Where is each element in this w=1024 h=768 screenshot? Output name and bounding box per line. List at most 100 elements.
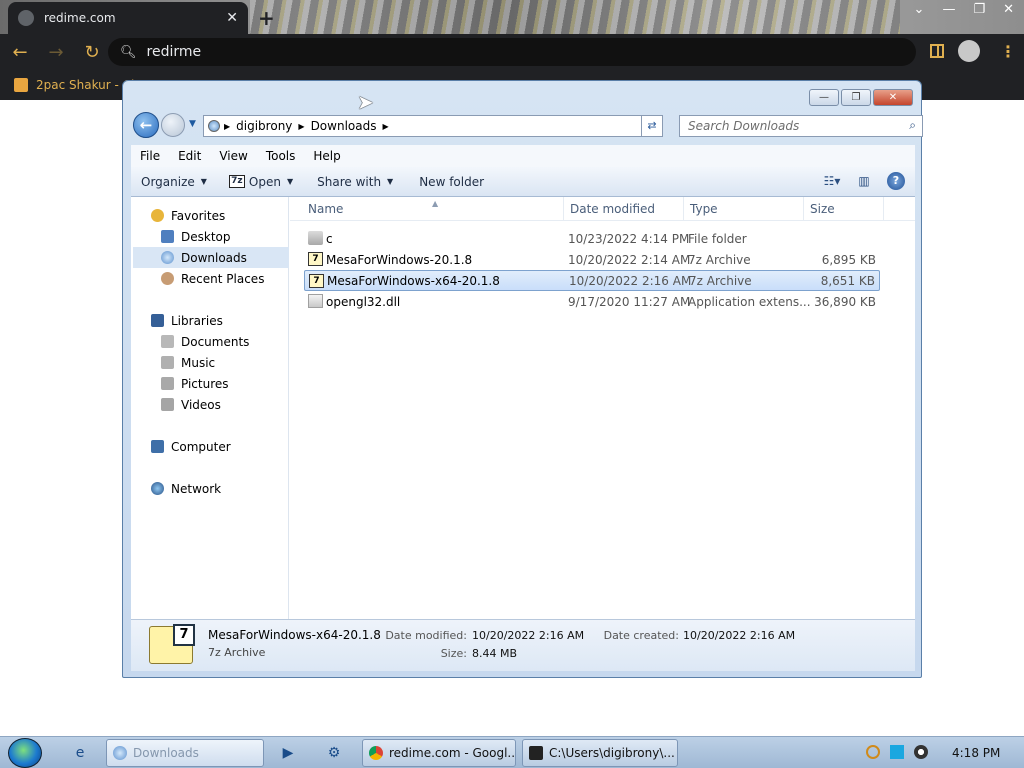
bookmark-item[interactable]: 2pac Shakur - Cl: [36, 78, 134, 92]
clock[interactable]: 4:18 PM: [952, 746, 1000, 760]
content-area: Favorites Desktop Downloads Recent Place…: [131, 197, 915, 619]
profile-avatar-icon[interactable]: [958, 40, 980, 62]
search-icon[interactable]: ⌕: [909, 118, 916, 133]
omnibox[interactable]: 🔍︎ redirme: [108, 38, 916, 66]
nav-favorites[interactable]: Favorites: [151, 205, 307, 226]
taskbar: e Downloads ▶ ⚙ redime.com - Googl... C:…: [0, 736, 1024, 768]
maximize-button[interactable]: ❐: [841, 89, 871, 106]
preview-pane-icon[interactable]: ▥: [855, 174, 873, 188]
address-bar[interactable]: ▶ digibrony ▶ Downloads ▶ ▼: [203, 115, 831, 137]
app-launcher-icon[interactable]: ⚙: [320, 741, 348, 765]
side-panel-icon[interactable]: [930, 44, 944, 58]
change-view-icon[interactable]: ☷▾: [823, 174, 841, 188]
menu-bar: File Edit View Tools Help: [131, 145, 915, 167]
chevron-down-icon: ▼: [200, 177, 207, 186]
media-player-icon[interactable]: ▶: [274, 741, 302, 765]
help-icon[interactable]: ?: [887, 172, 905, 190]
tab-close-icon[interactable]: ✕: [226, 10, 238, 26]
breadcrumb-chevron-icon[interactable]: ▶: [298, 122, 304, 131]
tray-display-icon[interactable]: [890, 745, 904, 759]
menu-file[interactable]: File: [140, 149, 160, 163]
close-button[interactable]: ✕: [873, 89, 913, 106]
file-row[interactable]: 7 MesaForWindows-20.1.8 10/20/2022 2:14 …: [304, 249, 880, 270]
forward-button[interactable]: [161, 113, 185, 137]
details-date-modified: 10/20/2022 2:16 AM: [472, 629, 585, 642]
nav-computer[interactable]: Computer: [151, 436, 307, 457]
column-header-name[interactable]: Name ▲: [302, 197, 564, 221]
refresh-button[interactable]: ⇄: [641, 115, 663, 137]
taskbar-chrome[interactable]: redime.com - Googl...: [362, 739, 516, 767]
browser-toolbar: ← → ↻ 🔍︎ redirme: [0, 34, 1024, 70]
chevron-down-icon: ▼: [387, 177, 394, 186]
tab-search-icon[interactable]: ⌄: [914, 2, 925, 17]
new-tab-button[interactable]: +: [258, 6, 275, 30]
browser-restore-button[interactable]: ❐: [973, 2, 985, 17]
nav-libraries[interactable]: Libraries: [151, 310, 307, 331]
back-arrow-icon[interactable]: ←: [4, 42, 36, 63]
column-label: Name: [308, 202, 344, 216]
column-header-size[interactable]: Size: [804, 197, 884, 221]
taskbar-app-label: Downloads: [133, 746, 199, 760]
menu-edit[interactable]: Edit: [178, 149, 201, 163]
minimize-button[interactable]: —: [809, 89, 839, 106]
browser-tab[interactable]: redime.com ✕: [8, 2, 248, 34]
tab-favicon-icon: [18, 10, 34, 26]
pictures-icon: [161, 377, 174, 390]
browser-minimize-button[interactable]: —: [942, 2, 955, 17]
file-row-selected[interactable]: 7 MesaForWindows-x64-20.1.8 10/20/2022 2…: [304, 270, 880, 291]
7zip-icon: [529, 746, 543, 760]
file-date: 10/20/2022 2:14 AM: [568, 252, 691, 267]
recent-places-icon: [161, 272, 174, 285]
tabstrip-wallpaper: [250, 0, 900, 34]
videos-icon: [161, 398, 174, 411]
breadcrumb-chevron-icon[interactable]: ▶: [224, 122, 230, 131]
forward-arrow-icon[interactable]: →: [40, 42, 72, 63]
reload-icon[interactable]: ↻: [76, 42, 108, 63]
nav-downloads[interactable]: Downloads: [133, 247, 289, 268]
nav-network[interactable]: Network: [151, 478, 307, 499]
taskbar-explorer-downloads[interactable]: Downloads: [106, 739, 264, 767]
menu-view[interactable]: View: [219, 149, 247, 163]
column-headers: Name ▲ Date modified Type Size: [290, 197, 915, 221]
column-header-type[interactable]: Type: [684, 197, 804, 221]
nav-label: Computer: [171, 439, 231, 454]
breadcrumb-digibrony[interactable]: digibrony: [236, 119, 292, 133]
back-button[interactable]: ←: [133, 112, 159, 138]
taskbar-app-label: C:\Users\digibrony\...: [549, 746, 675, 760]
tray-search-icon[interactable]: [866, 745, 880, 759]
file-name: MesaForWindows-x64-20.1.8: [327, 273, 500, 288]
network-icon: [151, 482, 164, 495]
organize-label: Organize: [141, 174, 195, 189]
downloads-icon: [161, 251, 174, 264]
file-row-folder[interactable]: c 10/23/2022 4:14 PM File folder: [304, 228, 880, 249]
organize-button[interactable]: Organize ▼: [141, 175, 207, 189]
file-type: 7z Archive: [689, 273, 752, 288]
breadcrumb-chevron-icon[interactable]: ▶: [382, 122, 388, 131]
column-header-date-modified[interactable]: Date modified: [564, 197, 684, 221]
details-date-modified-label: Date modified:: [385, 629, 467, 642]
file-row[interactable]: opengl32.dll 9/17/2020 11:27 AM Applicat…: [304, 291, 880, 312]
file-date: 10/23/2022 4:14 PM: [568, 231, 690, 246]
chrome-menu-icon[interactable]: ⋮: [1000, 42, 1016, 61]
internet-explorer-icon[interactable]: e: [66, 741, 94, 765]
file-size: 8,651 KB: [820, 273, 875, 288]
menu-tools[interactable]: Tools: [266, 149, 296, 163]
computer-icon: [151, 440, 164, 453]
tray-speaker-icon[interactable]: [914, 745, 928, 759]
music-icon: [161, 356, 174, 369]
file-date: 9/17/2020 11:27 AM: [568, 294, 691, 309]
new-folder-button[interactable]: New folder: [419, 175, 484, 189]
new-folder-label: New folder: [419, 174, 485, 189]
file-list: Name ▲ Date modified Type Size c 10/23/2…: [290, 197, 915, 619]
start-button[interactable]: [8, 738, 42, 768]
open-button[interactable]: 7z Open ▼: [228, 175, 293, 189]
browser-close-button[interactable]: ✕: [1003, 2, 1014, 17]
taskbar-7zip[interactable]: C:\Users\digibrony\...: [522, 739, 678, 767]
breadcrumb-downloads[interactable]: Downloads: [311, 119, 377, 133]
search-input[interactable]: [688, 119, 888, 133]
star-icon: [151, 209, 164, 222]
search-box[interactable]: ⌕: [679, 115, 923, 137]
recent-pages-dropdown-icon[interactable]: ▼: [189, 119, 196, 129]
menu-help[interactable]: Help: [313, 149, 340, 163]
share-with-button[interactable]: Share with ▼: [317, 175, 393, 189]
